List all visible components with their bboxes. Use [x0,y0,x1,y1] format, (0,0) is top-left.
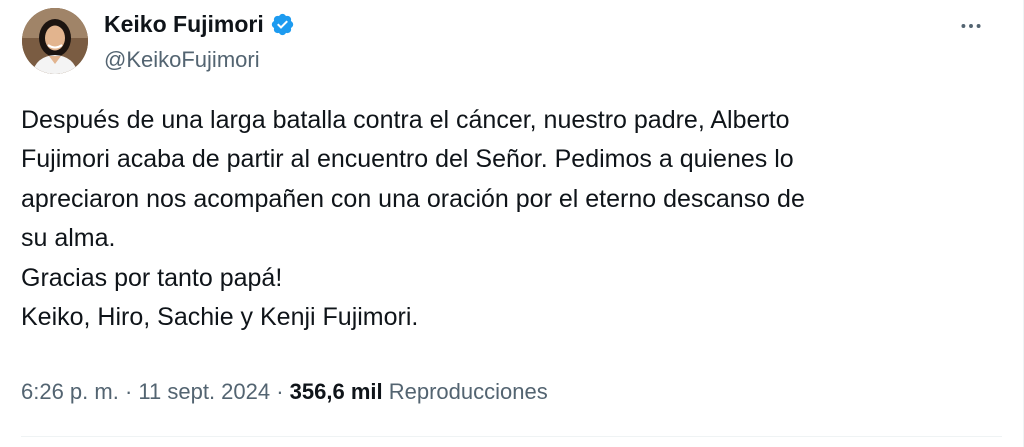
author-avatar[interactable] [22,8,88,74]
tweet-text: Después de una larga batalla contra el c… [21,106,805,332]
meta-separator: · [118,379,139,404]
more-horizontal-icon [961,24,981,28]
tweet-meta: 6:26 p. m. · 11 sept. 2024 · 356,6 mil R… [21,377,548,407]
views-label: Reproducciones [388,379,548,404]
divider [21,436,1002,437]
tweet-time[interactable]: 6:26 p. m. [21,379,119,404]
tweet-date[interactable]: 11 sept. 2024 [138,379,270,404]
more-options-button[interactable] [955,10,987,42]
author-name-row: Keiko Fujimori [104,10,295,38]
avatar-photo-icon [22,8,88,74]
views-count[interactable]: 356,6 mil [290,379,383,404]
meta-separator: · [270,379,290,404]
verified-badge-icon[interactable] [270,12,295,37]
tweet-card: Keiko Fujimori @KeikoFujimori Después de… [0,0,1024,447]
author-display-name[interactable]: Keiko Fujimori [104,10,264,38]
author-handle[interactable]: @KeikoFujimori [104,46,260,74]
